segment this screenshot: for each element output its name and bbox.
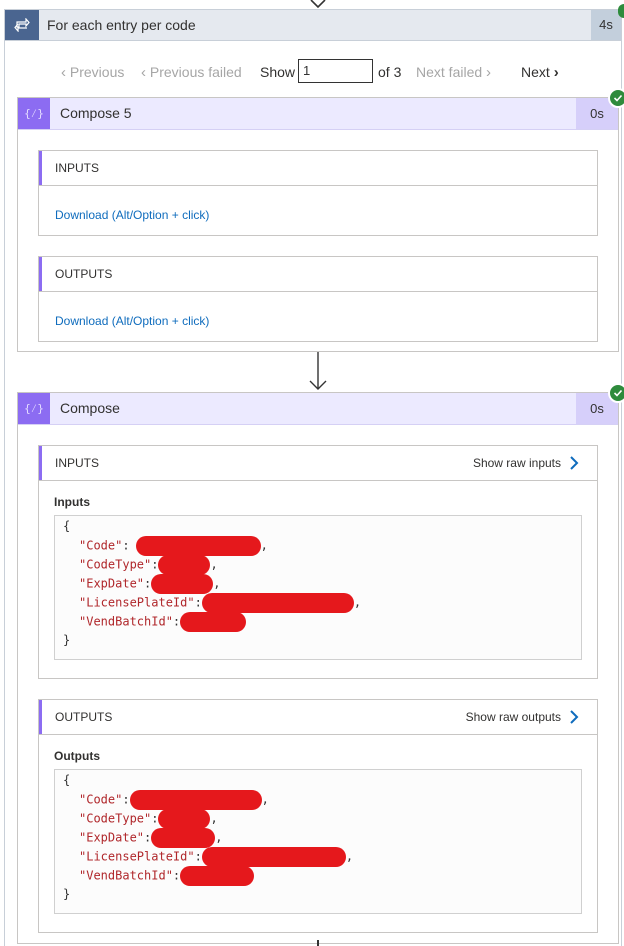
compose-braces-icon: {⁄} bbox=[18, 98, 50, 129]
outputs-panel-header: OUTPUTS Show raw outputs bbox=[39, 700, 597, 735]
previous-label: Previous bbox=[69, 64, 125, 80]
inputs-json-block[interactable]: { "Code":, "CodeType":, "ExpDate":, "Lic… bbox=[54, 515, 582, 660]
compose-5-card: {⁄} Compose 5 0s INPUTS Download (Alt/Op… bbox=[17, 88, 624, 352]
success-check-icon bbox=[608, 88, 624, 108]
show-raw-inputs-label: Show raw inputs bbox=[472, 456, 561, 470]
show-raw-outputs-label: Show raw outputs bbox=[465, 710, 561, 724]
previous-button[interactable]: ‹ Previous bbox=[61, 62, 124, 82]
compose-card: {⁄} Compose 0s INPUTS Show raw inputs In… bbox=[17, 383, 624, 944]
inputs-sublabel: Inputs bbox=[54, 495, 90, 509]
json-open-brace: { bbox=[63, 773, 71, 787]
loop-icon bbox=[5, 10, 39, 40]
json-key-expdate: "ExpDate" bbox=[79, 830, 145, 845]
json-key-codetype: "CodeType" bbox=[79, 811, 152, 826]
json-key-expdate: "ExpDate" bbox=[79, 576, 145, 591]
json-key-vendbatchid: "VendBatchId" bbox=[79, 868, 173, 883]
loop-status-indicator bbox=[618, 4, 624, 18]
chevron-right-icon bbox=[570, 710, 579, 724]
next-button[interactable]: Next › bbox=[521, 62, 559, 82]
previous-failed-button[interactable]: ‹ Previous failed bbox=[141, 62, 242, 82]
compose-5-title: Compose 5 bbox=[60, 105, 132, 121]
show-label: Show bbox=[260, 64, 296, 80]
show-raw-inputs-button[interactable]: Show raw inputs bbox=[473, 446, 579, 480]
outputs-sublabel: Outputs bbox=[54, 749, 100, 763]
json-key-licenseplateid: "LicensePlateId" bbox=[79, 849, 195, 864]
success-check-icon bbox=[608, 383, 624, 403]
redacted-value bbox=[151, 828, 216, 848]
redacted-value bbox=[180, 866, 255, 886]
compose-braces-icon: {⁄} bbox=[18, 393, 50, 424]
redacted-value bbox=[158, 555, 211, 575]
next-failed-button[interactable]: Next failed › bbox=[416, 62, 491, 82]
loop-title: For each entry per code bbox=[47, 17, 196, 33]
inputs-label: INPUTS bbox=[55, 456, 100, 470]
compose-5-outputs-panel: OUTPUTS Download (Alt/Option + click) bbox=[38, 256, 598, 342]
outputs-label: OUTPUTS bbox=[55, 710, 113, 724]
compose-inputs-panel: INPUTS Show raw inputs Inputs { "Code":,… bbox=[38, 445, 598, 679]
outputs-label: OUTPUTS bbox=[55, 267, 113, 281]
json-close-brace: } bbox=[63, 887, 71, 901]
redacted-value bbox=[201, 593, 354, 613]
show-raw-outputs-button[interactable]: Show raw outputs bbox=[466, 700, 579, 734]
json-key-code: "Code" bbox=[79, 538, 123, 553]
redacted-value bbox=[158, 809, 211, 829]
compose-5-inputs-panel: INPUTS Download (Alt/Option + click) bbox=[38, 150, 598, 236]
inputs-panel-header: INPUTS bbox=[39, 151, 597, 186]
loop-header[interactable]: For each entry per code 4s bbox=[4, 9, 622, 41]
next-failed-label: Next failed bbox=[416, 64, 483, 80]
chevron-left-icon: ‹ bbox=[61, 64, 66, 81]
chevron-right-icon: › bbox=[486, 64, 492, 81]
page-total: of 3 bbox=[378, 64, 402, 80]
json-key-code: "Code" bbox=[79, 792, 123, 807]
inputs-label: INPUTS bbox=[55, 161, 100, 175]
chevron-right-icon bbox=[570, 456, 579, 470]
json-key-codetype: "CodeType" bbox=[79, 557, 152, 572]
connector-line bbox=[317, 940, 319, 946]
previous-failed-label: Previous failed bbox=[149, 64, 242, 80]
redacted-value bbox=[151, 574, 214, 594]
chevron-left-icon: ‹ bbox=[141, 64, 146, 81]
arrow-down-icon bbox=[310, 0, 326, 9]
compose-header[interactable]: {⁄} Compose 0s bbox=[18, 393, 618, 425]
redacted-value bbox=[201, 847, 346, 867]
compose-outputs-panel: OUTPUTS Show raw outputs Outputs { "Code… bbox=[38, 699, 598, 933]
inputs-panel-header: INPUTS Show raw inputs bbox=[39, 446, 597, 481]
redacted-value bbox=[180, 612, 247, 632]
compose-5-header[interactable]: {⁄} Compose 5 0s bbox=[18, 98, 618, 130]
json-key-vendbatchid: "VendBatchId" bbox=[79, 614, 173, 629]
download-outputs-link[interactable]: Download (Alt/Option + click) bbox=[55, 314, 209, 328]
redacted-value bbox=[135, 536, 261, 556]
download-inputs-link[interactable]: Download (Alt/Option + click) bbox=[55, 208, 209, 222]
json-key-licenseplateid: "LicensePlateId" bbox=[79, 595, 195, 610]
page-number-input[interactable]: 1 bbox=[298, 59, 373, 83]
chevron-right-icon: › bbox=[553, 64, 559, 81]
json-close-brace: } bbox=[63, 633, 71, 647]
outputs-panel-header: OUTPUTS bbox=[39, 257, 597, 292]
redacted-value bbox=[129, 790, 262, 810]
outputs-json-block[interactable]: { "Code":, "CodeType":, "ExpDate":, "Lic… bbox=[54, 769, 582, 914]
json-open-brace: { bbox=[63, 519, 71, 533]
compose-title: Compose bbox=[60, 400, 120, 416]
next-label: Next bbox=[521, 64, 550, 80]
arrow-down-icon bbox=[309, 352, 327, 390]
loop-duration: 4s bbox=[591, 10, 621, 40]
